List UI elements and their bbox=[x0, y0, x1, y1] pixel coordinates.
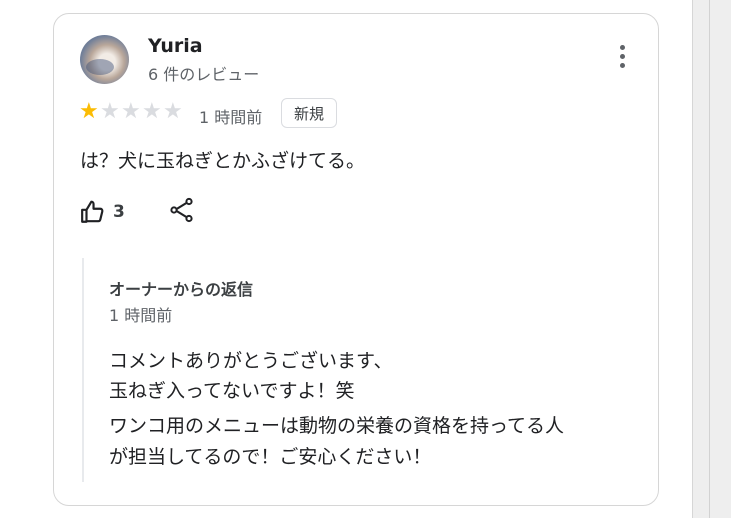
like-count: 3 bbox=[113, 202, 125, 222]
more-dot bbox=[620, 63, 625, 68]
page-edge bbox=[692, 0, 731, 518]
star-icon: ★ bbox=[121, 99, 141, 124]
author-name[interactable]: Yuria bbox=[148, 35, 203, 57]
more-vert-icon[interactable] bbox=[612, 42, 634, 72]
author-review-count: 6 件のレビュー bbox=[148, 65, 260, 84]
owner-reply-title: オーナーからの返信 bbox=[109, 280, 254, 299]
owner-reply-line: が担当してるので！ご安心ください！ bbox=[109, 446, 432, 468]
new-badge: 新規 bbox=[281, 98, 337, 128]
review-time: 1 時間前 bbox=[199, 108, 263, 127]
owner-reply-line: 玉ねぎ入ってないですよ！笑 bbox=[109, 380, 355, 402]
star-icon: ★ bbox=[79, 99, 99, 124]
star-icon: ★ bbox=[163, 99, 183, 124]
owner-reply-time: 1 時間前 bbox=[109, 306, 173, 325]
more-dot bbox=[620, 45, 625, 50]
review-text: は？犬に玉ねぎとかふざけてる。 bbox=[80, 150, 366, 172]
owner-reply-line: ワンコ用のメニューは動物の栄養の資格を持ってる人 bbox=[109, 415, 565, 437]
owner-reply-line: コメントありがとうございます、 bbox=[109, 350, 393, 372]
share-icon bbox=[170, 197, 193, 223]
avatar-shade bbox=[86, 59, 114, 75]
page-edge-line bbox=[709, 0, 710, 518]
like-button[interactable]: 3 bbox=[80, 196, 130, 228]
thumbs-up-icon bbox=[81, 200, 104, 223]
avatar[interactable] bbox=[80, 35, 129, 84]
share-button[interactable] bbox=[168, 196, 198, 226]
star-icon: ★ bbox=[100, 99, 120, 124]
star-rating: ★ ★ ★ ★ ★ bbox=[79, 101, 187, 123]
owner-reply: オーナーからの返信 1 時間前 コメントありがとうございます、 玉ねぎ入ってない… bbox=[82, 258, 624, 482]
star-icon: ★ bbox=[142, 99, 162, 124]
more-dot bbox=[620, 54, 625, 59]
